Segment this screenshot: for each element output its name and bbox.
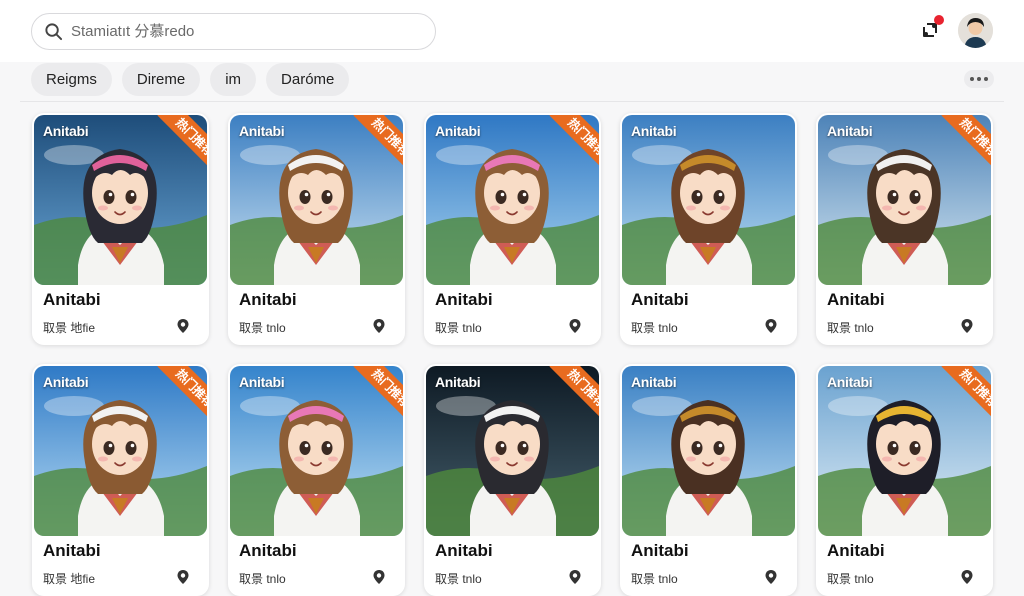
location-card[interactable]: Anitabi Anitabi 取景 tnlo (620, 113, 797, 345)
notification-badge (934, 15, 944, 25)
location-pin-icon[interactable] (567, 318, 583, 334)
notifications-button[interactable] (918, 15, 944, 42)
location-pin-icon[interactable] (371, 569, 387, 585)
card-thumbnail[interactable]: Anitabi 热门推荐 (818, 115, 991, 285)
card-brand-label: Anitabi (43, 123, 89, 139)
location-pin-icon[interactable] (175, 569, 191, 585)
card-brand-label: Anitabi (435, 374, 481, 390)
location-pin-icon[interactable] (763, 318, 779, 334)
card-brand-label: Anitabi (631, 374, 677, 390)
user-avatar[interactable] (958, 13, 993, 48)
search-input[interactable] (71, 23, 411, 40)
card-thumbnail[interactable]: Anitabi (622, 366, 795, 536)
card-subtitle: 取景 tnlo (631, 572, 678, 586)
more-options-button[interactable] (964, 70, 994, 88)
card-subtitle: 取景 地fie (43, 321, 96, 335)
location-pin-icon[interactable] (959, 318, 975, 334)
location-pin-icon[interactable] (567, 569, 583, 585)
location-card[interactable]: Anitabi 热门推荐 Anitabi 取景 tnlo (816, 364, 993, 596)
card-subtitle: 取景 tnlo (435, 321, 482, 335)
card-brand-label: Anitabi (239, 374, 285, 390)
card-subtitle: 取景 tnlo (239, 572, 286, 586)
card-title: Anitabi (631, 290, 689, 309)
card-subtitle: 取景 tnlo (827, 572, 874, 586)
location-card[interactable]: Anitabi 热门推荐 Anitabi 取景 地fie (32, 364, 209, 596)
card-brand-label: Anitabi (239, 123, 285, 139)
chip-reigms[interactable]: Reigms (31, 63, 112, 96)
location-card[interactable]: Anitabi 热门推荐 Anitabi 取景 tnlo (816, 113, 993, 345)
search-bar[interactable] (31, 13, 436, 50)
card-subtitle: 取景 tnlo (239, 321, 286, 335)
card-title: Anitabi (43, 290, 101, 309)
card-thumbnail[interactable]: Anitabi (622, 115, 795, 285)
chip-darome[interactable]: Daróme (266, 63, 350, 96)
card-brand-label: Anitabi (827, 374, 873, 390)
card-subtitle: 取景 tnlo (827, 321, 874, 335)
search-icon (45, 23, 63, 41)
card-brand-label: Anitabi (435, 123, 481, 139)
card-brand-label: Anitabi (43, 374, 89, 390)
card-title: Anitabi (435, 290, 493, 309)
divider (20, 101, 1004, 102)
location-pin-icon[interactable] (371, 318, 387, 334)
card-thumbnail[interactable]: Anitabi 热门推荐 (230, 366, 403, 536)
card-brand-label: Anitabi (631, 123, 677, 139)
location-card[interactable]: Anitabi 热门推荐 Anitabi 取景 地fie (32, 113, 209, 345)
card-thumbnail[interactable]: Anitabi 热门推荐 (426, 366, 599, 536)
filter-chips: Reigms Direme im Daróme (31, 63, 350, 97)
card-subtitle: 取景 地fie (43, 572, 96, 586)
card-subtitle: 取景 tnlo (631, 321, 678, 335)
card-brand-label: Anitabi (827, 123, 873, 139)
card-subtitle: 取景 tnlo (435, 572, 482, 586)
card-thumbnail[interactable]: Anitabi 热门推荐 (34, 366, 207, 536)
card-thumbnail[interactable]: Anitabi 热门推荐 (34, 115, 207, 285)
card-title: Anitabi (43, 541, 101, 560)
chip-direme[interactable]: Direme (121, 63, 201, 96)
card-title: Anitabi (239, 541, 297, 560)
location-pin-icon[interactable] (959, 569, 975, 585)
location-card[interactable]: Anitabi 热门推荐 Anitabi 取景 tnlo (228, 364, 405, 596)
card-title: Anitabi (435, 541, 493, 560)
location-pin-icon[interactable] (175, 318, 191, 334)
card-thumbnail[interactable]: Anitabi 热门推荐 (230, 115, 403, 285)
card-title: Anitabi (239, 290, 297, 309)
top-bar (0, 0, 1024, 62)
location-pin-icon[interactable] (763, 569, 779, 585)
card-thumbnail[interactable]: Anitabi 热门推荐 (818, 366, 991, 536)
card-thumbnail[interactable]: Anitabi 热门推荐 (426, 115, 599, 285)
card-title: Anitabi (827, 290, 885, 309)
location-card[interactable]: Anitabi Anitabi 取景 tnlo (620, 364, 797, 596)
chip-im[interactable]: im (210, 63, 257, 96)
more-dots-icon (970, 77, 974, 81)
location-card[interactable]: Anitabi 热门推荐 Anitabi 取景 tnlo (424, 364, 601, 596)
card-title: Anitabi (827, 541, 885, 560)
location-card[interactable]: Anitabi 热门推荐 Anitabi 取景 tnlo (424, 113, 601, 345)
card-title: Anitabi (631, 541, 689, 560)
location-card[interactable]: Anitabi 热门推荐 Anitabi 取景 tnlo (228, 113, 405, 345)
